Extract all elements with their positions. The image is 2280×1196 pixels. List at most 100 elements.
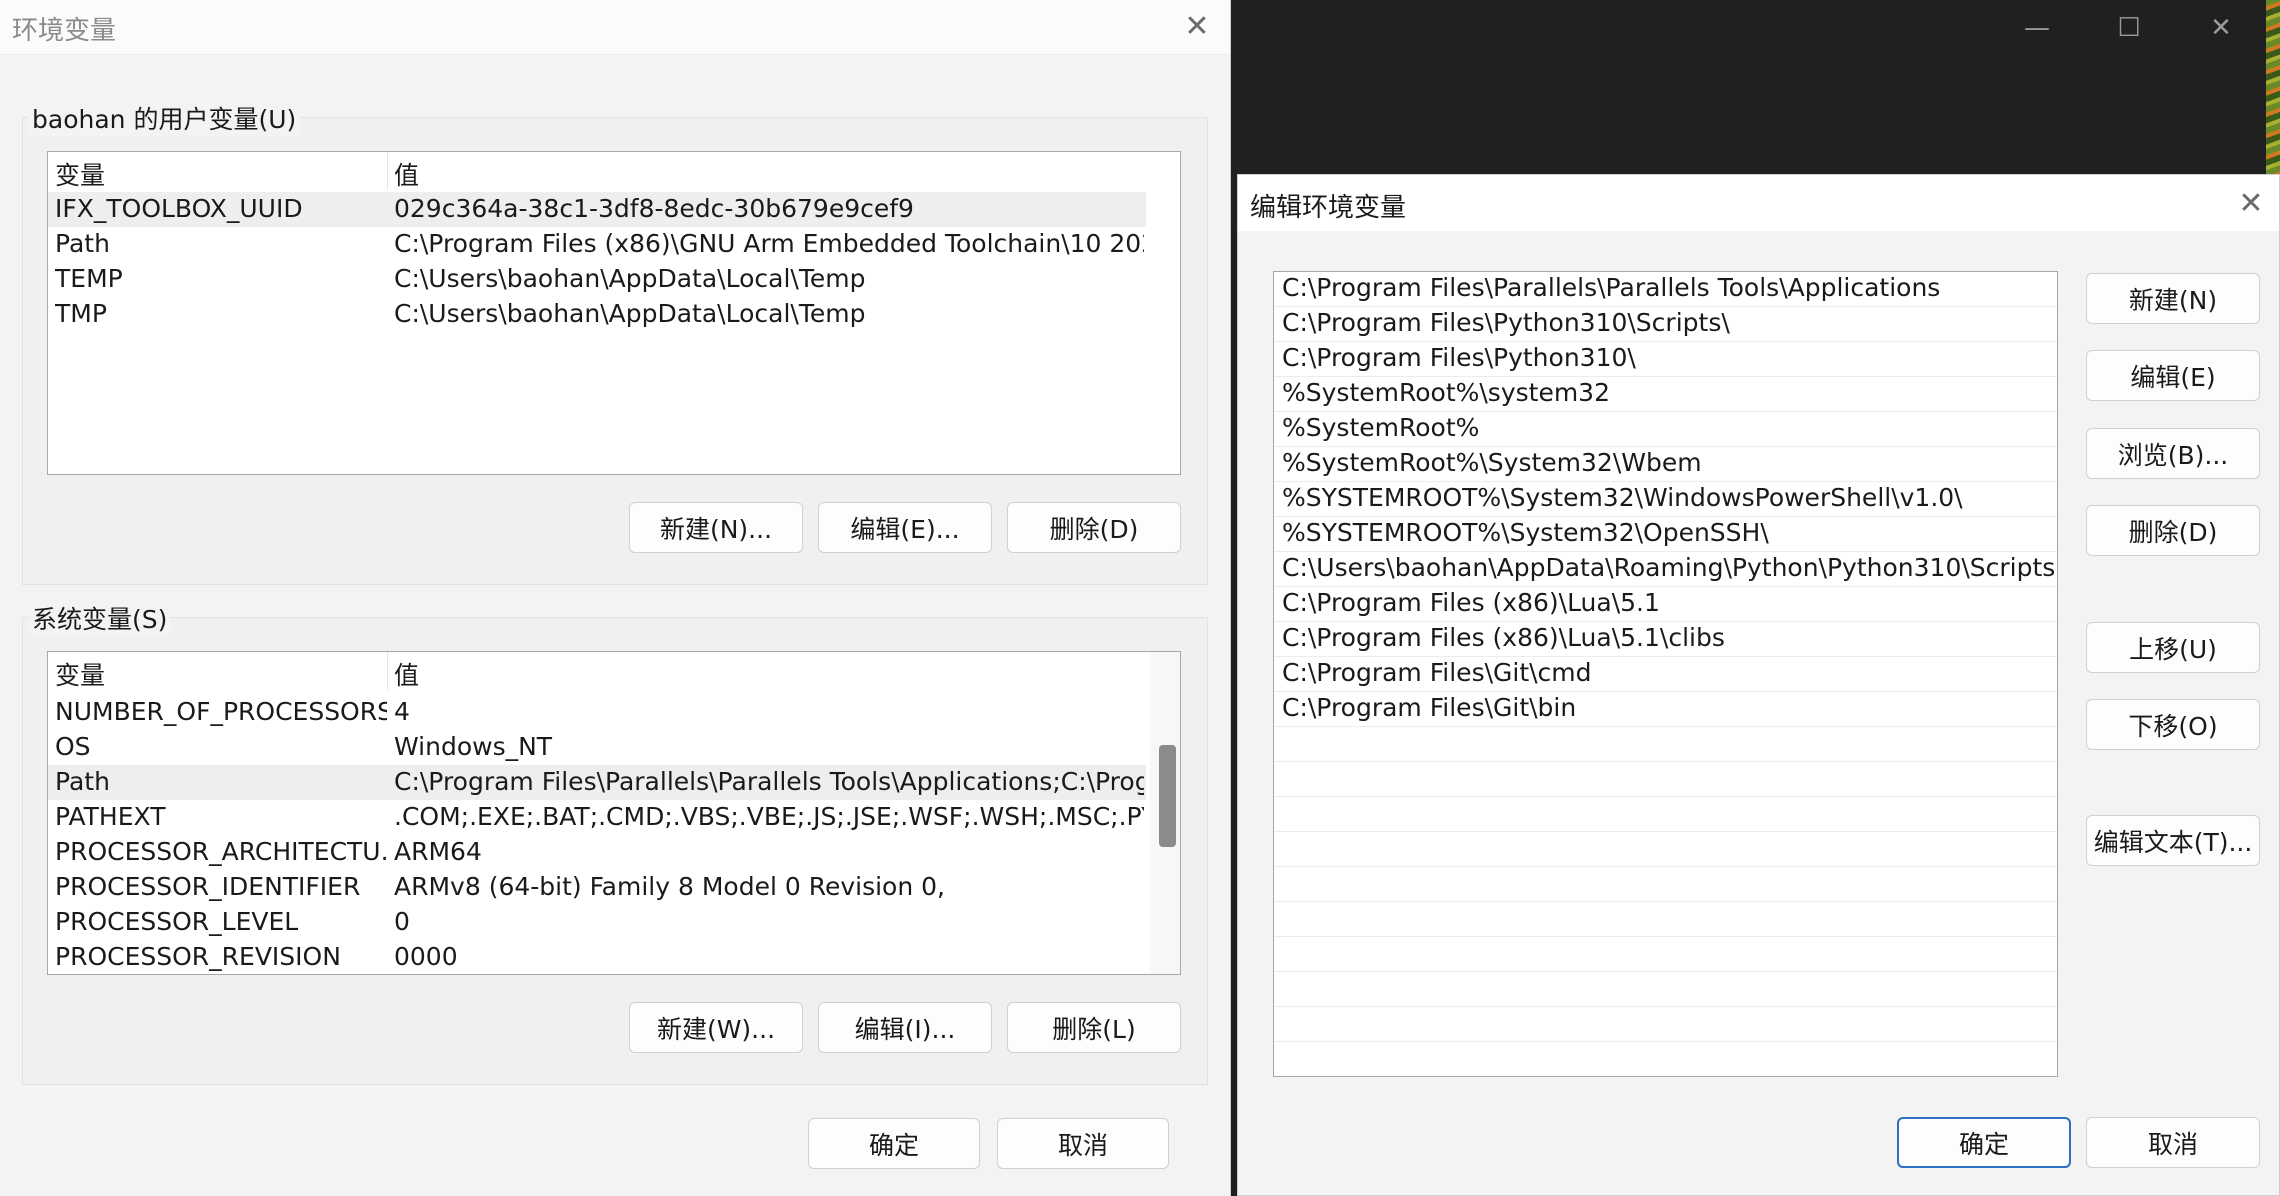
- table-row[interactable]: NUMBER_OF_PROCESSORS 4: [48, 695, 1146, 730]
- table-row[interactable]: Path C:\Program Files\Parallels\Parallel…: [48, 765, 1146, 800]
- variable-value: C:\Users\baohan\AppData\Local\Temp: [394, 264, 866, 293]
- path-list-item[interactable]: [1274, 762, 2057, 797]
- variable-value: 4: [394, 697, 410, 726]
- table-row[interactable]: PROCESSOR_IDENTIFIER ARMv8 (64-bit) Fami…: [48, 870, 1146, 905]
- path-list-item[interactable]: [1274, 1042, 2057, 1076]
- system-new-button[interactable]: 新建(W)...: [629, 1002, 803, 1053]
- ok-button[interactable]: 确定: [1897, 1117, 2071, 1168]
- cancel-button[interactable]: 取消: [2086, 1117, 2260, 1168]
- path-list-item[interactable]: C:\Program Files\Parallels\Parallels Too…: [1274, 272, 2057, 307]
- ok-button[interactable]: 确定: [808, 1118, 980, 1169]
- table-row[interactable]: PROCESSOR_LEVEL 0: [48, 905, 1146, 940]
- system-list-scrollbar[interactable]: [1150, 652, 1180, 974]
- edit-button[interactable]: 编辑(E): [2086, 350, 2260, 401]
- scrollbar-thumb[interactable]: [1159, 745, 1176, 847]
- user-new-button[interactable]: 新建(N)...: [629, 502, 803, 553]
- table-row[interactable]: IFX_TOOLBOX_UUID 029c364a-38c1-3df8-8edc…: [48, 192, 1146, 227]
- user-edit-button[interactable]: 编辑(E)...: [818, 502, 992, 553]
- path-list-item[interactable]: [1274, 937, 2057, 972]
- variable-value: 0: [394, 907, 410, 936]
- path-list-item[interactable]: %SYSTEMROOT%\System32\OpenSSH\: [1274, 517, 2057, 552]
- minimize-icon[interactable]: —: [1991, 0, 2083, 55]
- variable-value: C:\Users\baohan\AppData\Local\Temp: [394, 299, 866, 328]
- close-icon[interactable]: ✕: [2228, 183, 2274, 223]
- column-divider[interactable]: [387, 152, 388, 190]
- variable-name: IFX_TOOLBOX_UUID: [55, 194, 303, 223]
- variable-name: PATHEXT: [55, 802, 166, 831]
- table-row[interactable]: TEMP C:\Users\baohan\AppData\Local\Temp: [48, 262, 1146, 297]
- path-list-item[interactable]: %SystemRoot%\system32: [1274, 377, 2057, 412]
- path-list[interactable]: C:\Program Files\Parallels\Parallels Too…: [1273, 271, 2058, 1077]
- path-list-item-text: C:\Program Files (x86)\Lua\5.1: [1282, 588, 1660, 617]
- table-row[interactable]: PROCESSOR_ARCHITECTU... ARM64: [48, 835, 1146, 870]
- table-row[interactable]: PROCESSOR_REVISION 0000: [48, 940, 1146, 974]
- edit-text-button[interactable]: 编辑文本(T)...: [2086, 815, 2260, 866]
- path-list-item[interactable]: %SYSTEMROOT%\System32\WindowsPowerShell\…: [1274, 482, 2057, 517]
- path-list-item-text: %SystemRoot%: [1282, 413, 1480, 442]
- user-variables-label: baohan 的用户变量(U): [28, 100, 301, 136]
- system-variables-list[interactable]: 变量 值 NUMBER_OF_PROCESSORS 4 OS Windows_N…: [47, 651, 1181, 975]
- path-list-item[interactable]: C:\Program Files\Python310\: [1274, 342, 2057, 377]
- system-edit-button[interactable]: 编辑(I)...: [818, 1002, 992, 1053]
- path-list-item[interactable]: C:\Program Files\Git\cmd: [1274, 657, 2057, 692]
- variable-name: PROCESSOR_REVISION: [55, 942, 341, 971]
- title-bar: 环境变量 ✕: [0, 0, 1230, 55]
- path-list-item[interactable]: C:\Program Files\Python310\Scripts\: [1274, 307, 2057, 342]
- path-list-item[interactable]: [1274, 972, 2057, 1007]
- path-list-item[interactable]: %SystemRoot%: [1274, 412, 2057, 447]
- delete-button[interactable]: 删除(D): [2086, 505, 2260, 556]
- variable-value: ARM64: [394, 837, 482, 866]
- move-up-button[interactable]: 上移(U): [2086, 622, 2260, 673]
- system-delete-button[interactable]: 删除(L): [1007, 1002, 1181, 1053]
- variable-name: Path: [55, 229, 110, 258]
- column-header-variable[interactable]: 变量: [55, 156, 105, 192]
- user-delete-button[interactable]: 删除(D): [1007, 502, 1181, 553]
- variable-value: Windows_NT: [394, 732, 553, 761]
- path-list-item-text: C:\Program Files\Parallels\Parallels Too…: [1282, 273, 1941, 302]
- system-variables-label: 系统变量(S): [28, 600, 172, 636]
- move-down-button[interactable]: 下移(O): [2086, 699, 2260, 750]
- column-header-variable[interactable]: 变量: [55, 656, 105, 692]
- variable-name: NUMBER_OF_PROCESSORS: [55, 697, 387, 726]
- variable-value: C:\Program Files\Parallels\Parallels Too…: [394, 767, 1144, 796]
- path-list-item-text: C:\Program Files\Python310\Scripts\: [1282, 308, 1730, 337]
- cancel-button[interactable]: 取消: [997, 1118, 1169, 1169]
- new-button[interactable]: 新建(N): [2086, 273, 2260, 324]
- path-list-item[interactable]: [1274, 797, 2057, 832]
- path-list-item[interactable]: [1274, 867, 2057, 902]
- environment-variables-dialog: 环境变量 ✕ baohan 的用户变量(U) 变量 值 IFX_TOOLBOX_…: [0, 0, 1231, 1196]
- path-list-item-text: %SYSTEMROOT%\System32\OpenSSH\: [1282, 518, 1769, 547]
- user-variables-list[interactable]: 变量 值 IFX_TOOLBOX_UUID 029c364a-38c1-3df8…: [47, 151, 1181, 475]
- variable-value: C:\Program Files (x86)\GNU Arm Embedded …: [394, 229, 1144, 258]
- variable-name: PROCESSOR_ARCHITECTU...: [55, 837, 387, 866]
- variable-name: OS: [55, 732, 91, 761]
- path-list-item-text: %SystemRoot%\system32: [1282, 378, 1610, 407]
- path-list-item[interactable]: C:\Program Files\Git\bin: [1274, 692, 2057, 727]
- path-list-item[interactable]: C:\Program Files (x86)\Lua\5.1: [1274, 587, 2057, 622]
- maximize-icon[interactable]: ☐: [2083, 0, 2175, 55]
- variable-name: TEMP: [55, 264, 123, 293]
- variable-value: 0000: [394, 942, 458, 971]
- path-list-item-text: C:\Users\baohan\AppData\Roaming\Python\P…: [1282, 553, 2056, 582]
- variable-value: ARMv8 (64-bit) Family 8 Model 0 Revision…: [394, 872, 945, 901]
- path-list-item[interactable]: C:\Program Files (x86)\Lua\5.1\clibs: [1274, 622, 2057, 657]
- table-row[interactable]: Path C:\Program Files (x86)\GNU Arm Embe…: [48, 227, 1146, 262]
- path-list-item-text: C:\Program Files\Git\bin: [1282, 693, 1577, 722]
- close-icon[interactable]: ✕: [2175, 0, 2267, 55]
- table-row[interactable]: OS Windows_NT: [48, 730, 1146, 765]
- column-divider[interactable]: [387, 652, 388, 690]
- table-row[interactable]: PATHEXT .COM;.EXE;.BAT;.CMD;.VBS;.VBE;.J…: [48, 800, 1146, 835]
- column-header-value[interactable]: 值: [394, 656, 419, 692]
- path-list-item[interactable]: %SystemRoot%\System32\Wbem: [1274, 447, 2057, 482]
- path-list-item[interactable]: [1274, 727, 2057, 762]
- path-list-item[interactable]: [1274, 902, 2057, 937]
- path-list-item[interactable]: [1274, 832, 2057, 867]
- background-image-strip: [2266, 0, 2280, 175]
- table-row[interactable]: TMP C:\Users\baohan\AppData\Local\Temp: [48, 297, 1146, 332]
- column-header-value[interactable]: 值: [394, 156, 419, 192]
- browse-button[interactable]: 浏览(B)...: [2086, 428, 2260, 479]
- close-icon[interactable]: ✕: [1174, 6, 1220, 46]
- path-list-item[interactable]: C:\Users\baohan\AppData\Roaming\Python\P…: [1274, 552, 2057, 587]
- path-list-item[interactable]: [1274, 1007, 2057, 1042]
- list-header: 变量 值: [48, 152, 1180, 190]
